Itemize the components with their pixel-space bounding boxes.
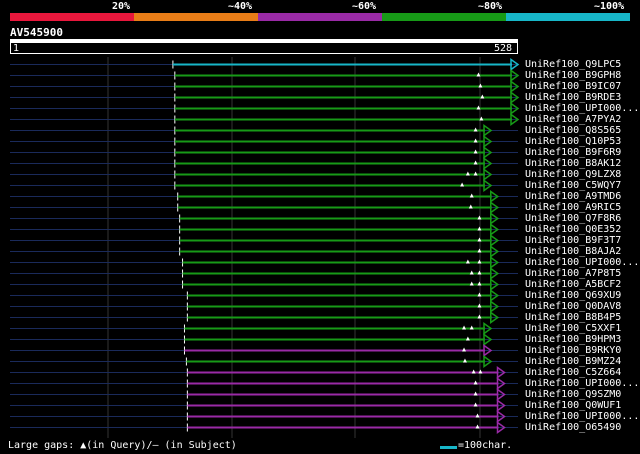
hit-label[interactable]: UniRef100_Q7F8R6 — [525, 213, 621, 224]
hit-label[interactable]: UniRef100_A5BCF2 — [525, 279, 621, 290]
hit-label[interactable]: UniRef100_UPI000... — [525, 411, 639, 422]
hit-label[interactable]: UniRef100_B8AJA2 — [525, 246, 621, 257]
hit-label[interactable]: UniRef100_Q9SZM0 — [525, 389, 621, 400]
hit-label[interactable]: UniRef100_C5Z664 — [525, 367, 621, 378]
hit-label[interactable]: UniRef100_Q69XU9 — [525, 290, 621, 301]
hit-label[interactable]: UniRef100_B9RKY0 — [525, 345, 621, 356]
hit-label[interactable]: UniRef100_B9MZ24 — [525, 356, 621, 367]
hit-label[interactable]: UniRef100_B9F6R9 — [525, 147, 621, 158]
hit-label[interactable]: UniRef100_B9IC07 — [525, 81, 621, 92]
hit-label[interactable]: UniRef100_B9RDE3 — [525, 92, 621, 103]
hit-label[interactable]: UniRef100_Q9LZX8 — [525, 169, 621, 180]
hit-label[interactable]: UniRef100_Q0E352 — [525, 224, 621, 235]
hit-label[interactable]: UniRef100_UPI000... — [525, 257, 639, 268]
hit-label[interactable]: UniRef100_A7PYA2 — [525, 114, 621, 125]
hit-label[interactable]: UniRef100_UPI000... — [525, 103, 639, 114]
hit-label[interactable]: UniRef100_B9HPM3 — [525, 334, 621, 345]
hit-label[interactable]: UniRef100_Q8S565 — [525, 125, 621, 136]
hit-label[interactable]: UniRef100_B8B4P5 — [525, 312, 621, 323]
gaps-legend: Large gaps: ▲(in Query)/– (in Subject) — [8, 440, 237, 451]
hit-label[interactable]: UniRef100_B8AK12 — [525, 158, 621, 169]
scale-bar — [440, 446, 457, 449]
hit-label[interactable]: UniRef100_Q0DAV8 — [525, 301, 621, 312]
hit-label[interactable]: UniRef100_B9F3T7 — [525, 235, 621, 246]
hit-label[interactable]: UniRef100_C5XXF1 — [525, 323, 621, 334]
scale-label: =100char. — [458, 440, 513, 451]
hit-label[interactable]: UniRef100_A9RIC5 — [525, 202, 621, 213]
hit-label[interactable]: UniRef100_A7P8T5 — [525, 268, 621, 279]
hit-label[interactable]: UniRef100_UPI000... — [525, 378, 639, 389]
hit-label[interactable]: UniRef100_B9GPH8 — [525, 70, 621, 81]
hit-label[interactable]: UniRef100_Q0WUF1 — [525, 400, 621, 411]
hit-label[interactable]: UniRef100_O65490 — [525, 422, 621, 433]
hit-label[interactable]: UniRef100_A9TMD6 — [525, 191, 621, 202]
hit-label[interactable]: UniRef100_Q9LPC5 — [525, 59, 621, 70]
hit-label[interactable]: UniRef100_Q10P53 — [525, 136, 621, 147]
hit-label[interactable]: UniRef100_C5WQY7 — [525, 180, 621, 191]
